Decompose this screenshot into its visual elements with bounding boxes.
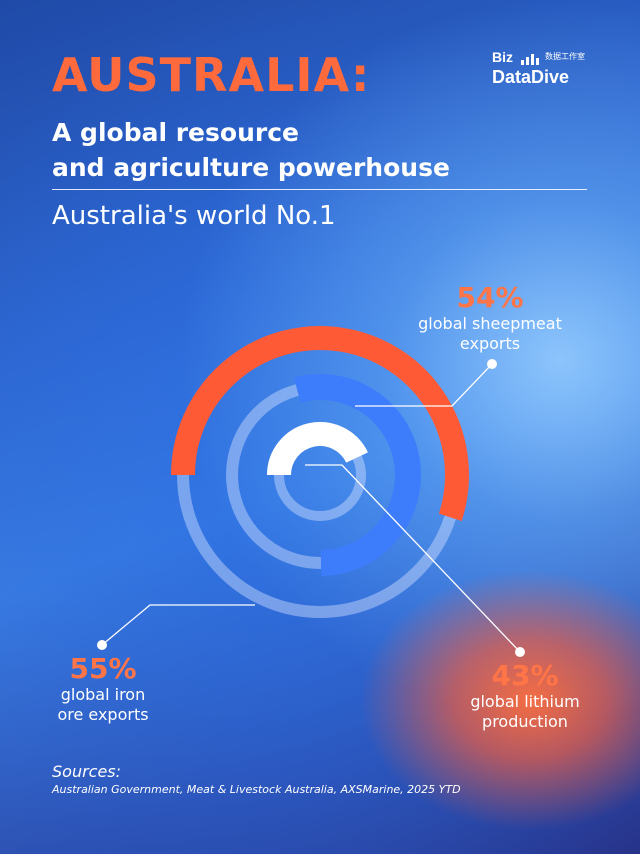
sources: Sources: Australian Government, Meat & L… [52,762,461,798]
iron-ore-connector-dot [97,640,107,650]
label-sheepmeat: 54% global sheepmeat exports [400,281,580,354]
label-iron-ore: 55% global iron ore exports [38,652,168,725]
iron-ore-percent: 55% [69,652,137,685]
sheepmeat-description: global sheepmeat exports [400,314,580,354]
iron-ore-desc-line-2: ore exports [57,705,149,725]
sheepmeat-percent: 54% [456,281,524,314]
lithium-description: global lithium production [450,692,600,732]
lithium-desc-line-2: production [482,712,568,732]
sources-heading: Sources: [52,762,122,781]
iron-ore-description: global iron ore exports [38,685,168,725]
sheepmeat-desc-line-1: global sheepmeat [418,314,562,334]
sources-text: Australian Government, Meat & Livestock … [52,783,461,796]
lithium-desc-line-1: global lithium [470,692,580,712]
label-lithium: 43% global lithium production [450,659,600,732]
iron-ore-desc-line-1: global iron [60,685,146,705]
lithium-connector-dot [515,647,525,657]
sheepmeat-desc-line-2: exports [459,334,521,354]
iron-ore-connector [101,604,255,646]
lithium-percent: 43% [491,659,559,692]
sheepmeat-connector-dot [487,359,497,369]
sheepmeat-arc [293,374,421,576]
